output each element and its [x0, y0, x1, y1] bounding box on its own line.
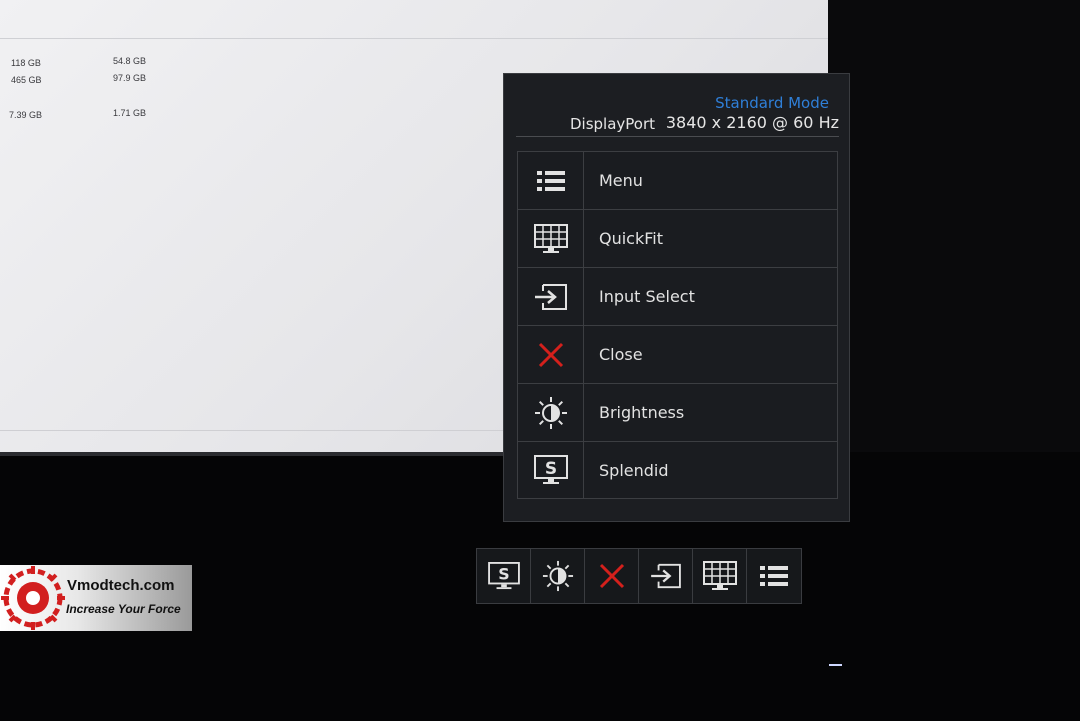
menu-list-icon [518, 152, 584, 209]
hotkey-close[interactable] [585, 549, 639, 603]
svg-text:S: S [544, 459, 556, 479]
close-icon [518, 326, 584, 383]
hotkey-menu[interactable] [747, 549, 801, 603]
close-icon [599, 563, 624, 589]
watermark-logo: Vmodtech.com Increase Your Force [0, 565, 192, 631]
brightness-icon [518, 384, 584, 441]
osd-item-label: Menu [599, 171, 643, 190]
osd-item-brightness[interactable]: Brightness [517, 383, 838, 441]
splendid-icon: S [518, 442, 584, 498]
osd-item-label: Brightness [599, 403, 685, 422]
logo-emblem-icon [1, 566, 65, 630]
osd-item-input-select[interactable]: Input Select [517, 267, 838, 325]
input-select-icon [518, 268, 584, 325]
splendid-icon: S [487, 562, 520, 590]
osd-panel: Standard Mode DisplayPort 3840 x 2160 @ … [503, 73, 850, 522]
disk-total-3: 7.39 GB [9, 110, 43, 120]
quickfit-grid-icon [702, 561, 737, 590]
hotkey-quickfit[interactable] [693, 549, 747, 603]
svg-text:S: S [498, 565, 509, 584]
disk-free-2: 97.9 GB [113, 73, 147, 83]
disk-free-1: 54.8 GB [113, 56, 147, 66]
osd-item-label: Close [599, 345, 643, 364]
menu-list-icon [760, 566, 788, 586]
disk-free-3: 1.71 GB [113, 108, 147, 118]
disk-total-1: 118 GB [11, 58, 41, 68]
hotkey-bar: S [476, 548, 802, 604]
osd-item-label: Splendid [599, 460, 669, 480]
power-led [829, 664, 842, 666]
quickfit-grid-icon [518, 210, 584, 267]
osd-item-label: Input Select [599, 287, 695, 306]
osd-item-quickfit[interactable]: QuickFit [517, 209, 838, 267]
hotkey-splendid[interactable]: S [477, 549, 531, 603]
divider [0, 38, 828, 39]
hotkey-input-select[interactable] [639, 549, 693, 603]
logo-brand: Vmodtech.com [67, 577, 175, 594]
osd-item-label: QuickFit [599, 229, 663, 248]
resolution-label: 3840 x 2160 @ 60 Hz [665, 113, 839, 132]
input-source-label: DisplayPort [570, 115, 656, 133]
mode-label: Standard Mode [715, 94, 829, 112]
monitor-bezel [828, 0, 1080, 452]
osd-menu: Menu QuickFit Input Select Close Brightn… [517, 151, 838, 499]
logo-tagline: Increase Your Force [66, 602, 181, 616]
hotkey-brightness[interactable] [531, 549, 585, 603]
osd-item-close[interactable]: Close [517, 325, 838, 383]
osd-item-menu[interactable]: Menu [517, 151, 838, 209]
input-select-icon [650, 563, 681, 589]
disk-total-2: 465 GB [11, 75, 42, 85]
brightness-icon [542, 560, 573, 592]
osd-header: Standard Mode DisplayPort 3840 x 2160 @ … [516, 94, 839, 137]
osd-item-splendid[interactable]: S Splendid [517, 441, 838, 499]
